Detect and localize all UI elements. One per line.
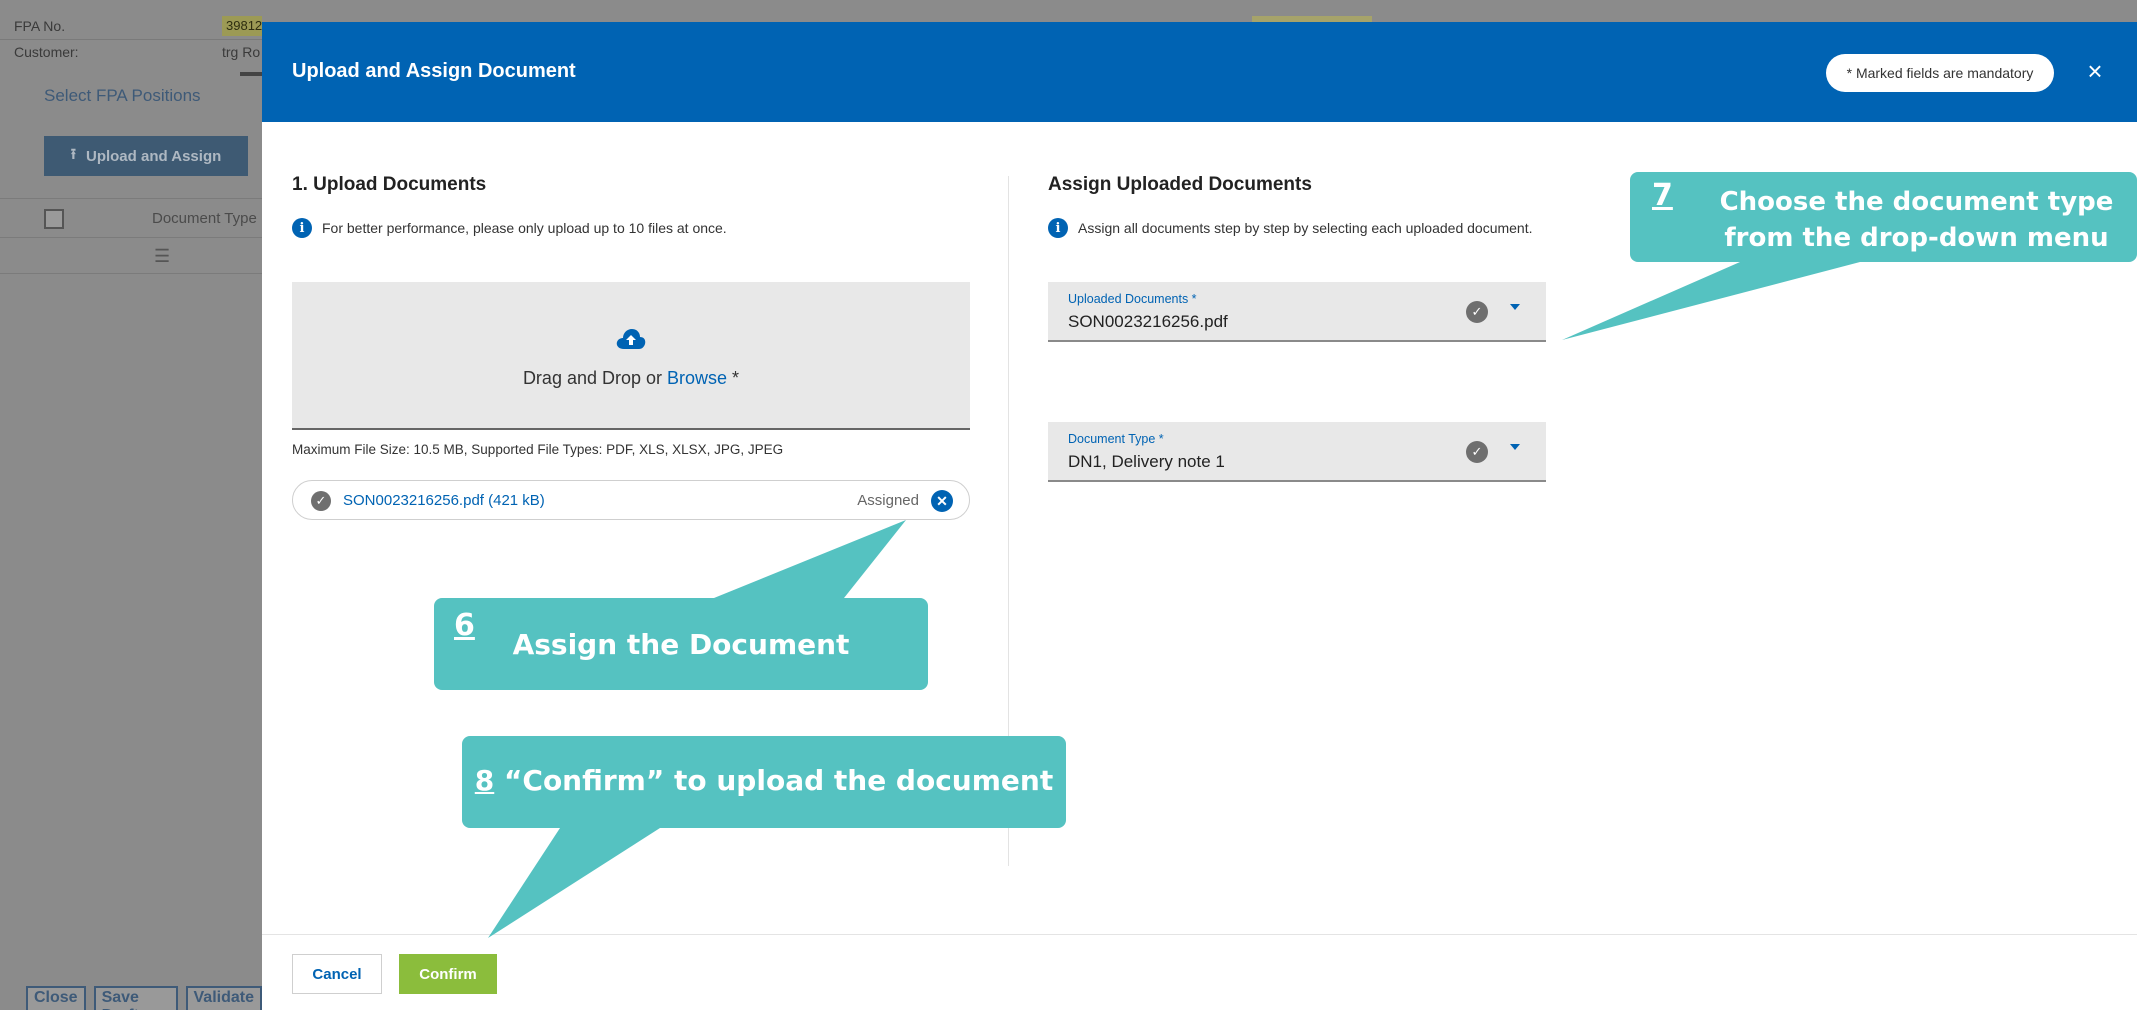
background-app: FPA No. 39812 Customer: trg Ro Select FP… (0, 0, 282, 1010)
bg-close-button: Close (26, 986, 86, 1010)
tab-indicator (240, 72, 262, 76)
bg-upload-assign-label: Upload and Assign (85, 147, 222, 165)
check-icon: ✓ (311, 491, 331, 511)
info-icon: i (292, 218, 312, 238)
bg-table-header: Document Type (0, 198, 262, 238)
bg-top-strip (262, 0, 2137, 24)
check-icon: ✓ (1466, 301, 1488, 323)
confirm-button[interactable]: Confirm (399, 954, 497, 994)
uploaded-file-name[interactable]: SON0023216256.pdf (421 kB) (343, 492, 545, 509)
close-icon[interactable]: × (2080, 56, 2110, 86)
bg-validate-button: Validate (185, 986, 262, 1010)
upload-section-title: 1. Upload Documents (292, 174, 487, 195)
callout-step-7: 7 Choose the document type from the drop… (1630, 172, 2137, 262)
callout-step-8: 8 “Confirm” to upload the document (462, 736, 1066, 828)
assign-info-text: Assign all documents step by step by sel… (1078, 220, 1533, 236)
select-all-checkbox (44, 209, 64, 229)
filter-icon: ☰ (154, 246, 171, 266)
callout-6-text: Assign the Document (512, 628, 850, 661)
uploaded-documents-value: SON0023216256.pdf (1068, 312, 1228, 331)
chevron-down-icon[interactable] (1510, 444, 1520, 450)
callout-8-line: 8 “Confirm” to upload the document (462, 764, 1066, 797)
drop-instruction: Drag and Drop or (522, 368, 668, 388)
upload-info: i For better performance, please only up… (292, 218, 727, 238)
document-type-label: Document Type * (1068, 432, 1164, 446)
fpa-label: FPA No. (14, 18, 66, 34)
customer-value: trg Ro (222, 44, 261, 60)
bg-footer-buttons: Close Save Draft Validate (26, 986, 262, 1010)
footer-divider (262, 934, 2137, 935)
bg-save-draft-button: Save Draft (93, 986, 178, 1010)
dialog-title: Upload and Assign Document (292, 60, 576, 82)
cancel-button[interactable]: Cancel (292, 954, 382, 994)
document-type-select[interactable]: Document Type * DN1, Delivery note 1 ✓ (1048, 422, 1546, 482)
file-dropzone[interactable]: Drag and Drop or Browse * (292, 282, 970, 430)
dialog-header: Upload and Assign Document * Marked fiel… (262, 22, 2137, 122)
browse-link[interactable]: Browse (667, 368, 727, 388)
callout-7-number: 7 (1652, 178, 1673, 213)
tab-select-fpa-positions: Select FPA Positions (44, 86, 201, 105)
uploaded-documents-label: Uploaded Documents * (1068, 292, 1197, 306)
bg-upload-assign-button: ⭱ Upload and Assign (44, 136, 248, 176)
callout-step-6: 6 Assign the Document (434, 598, 928, 690)
fpa-row: FPA No. 39812 (0, 16, 282, 40)
info-icon: i (1048, 218, 1068, 238)
drop-text: Drag and Drop or Browse * (292, 368, 970, 389)
cloud-upload-icon (616, 329, 646, 349)
document-type-value: DN1, Delivery note 1 (1068, 452, 1225, 471)
chevron-down-icon[interactable] (1510, 304, 1520, 310)
upload-icon: ⭱ (70, 145, 76, 163)
required-mark: * (727, 368, 740, 388)
uploaded-file-item[interactable]: ✓ SON0023216256.pdf (421 kB) Assigned ✕ (292, 480, 970, 520)
customer-row: Customer: trg Ro (0, 44, 262, 66)
callout-8-number: 8 (474, 764, 495, 797)
file-size-hint: Maximum File Size: 10.5 MB, Supported Fi… (292, 442, 784, 457)
check-icon: ✓ (1466, 441, 1488, 463)
callout-7-text: Choose the document type from the drop-d… (1719, 187, 2114, 253)
remove-file-icon[interactable]: ✕ (931, 490, 953, 512)
assign-info: i Assign all documents step by step by s… (1048, 218, 1533, 238)
file-status: Assigned (857, 492, 919, 509)
callout-8-text: “Confirm” to upload the document (494, 764, 1054, 797)
mandatory-note: * Marked fields are mandatory (1826, 54, 2054, 92)
assign-section-title: Assign Uploaded Documents (1048, 174, 1312, 195)
customer-label: Customer: (14, 44, 79, 60)
bg-filter-row: ☰ (0, 238, 262, 274)
upload-assign-dialog: Upload and Assign Document * Marked fiel… (262, 22, 2137, 1010)
uploaded-documents-select[interactable]: Uploaded Documents * SON0023216256.pdf ✓ (1048, 282, 1546, 342)
column-document-type: Document Type (152, 210, 257, 227)
upload-info-text: For better performance, please only uplo… (322, 220, 727, 236)
